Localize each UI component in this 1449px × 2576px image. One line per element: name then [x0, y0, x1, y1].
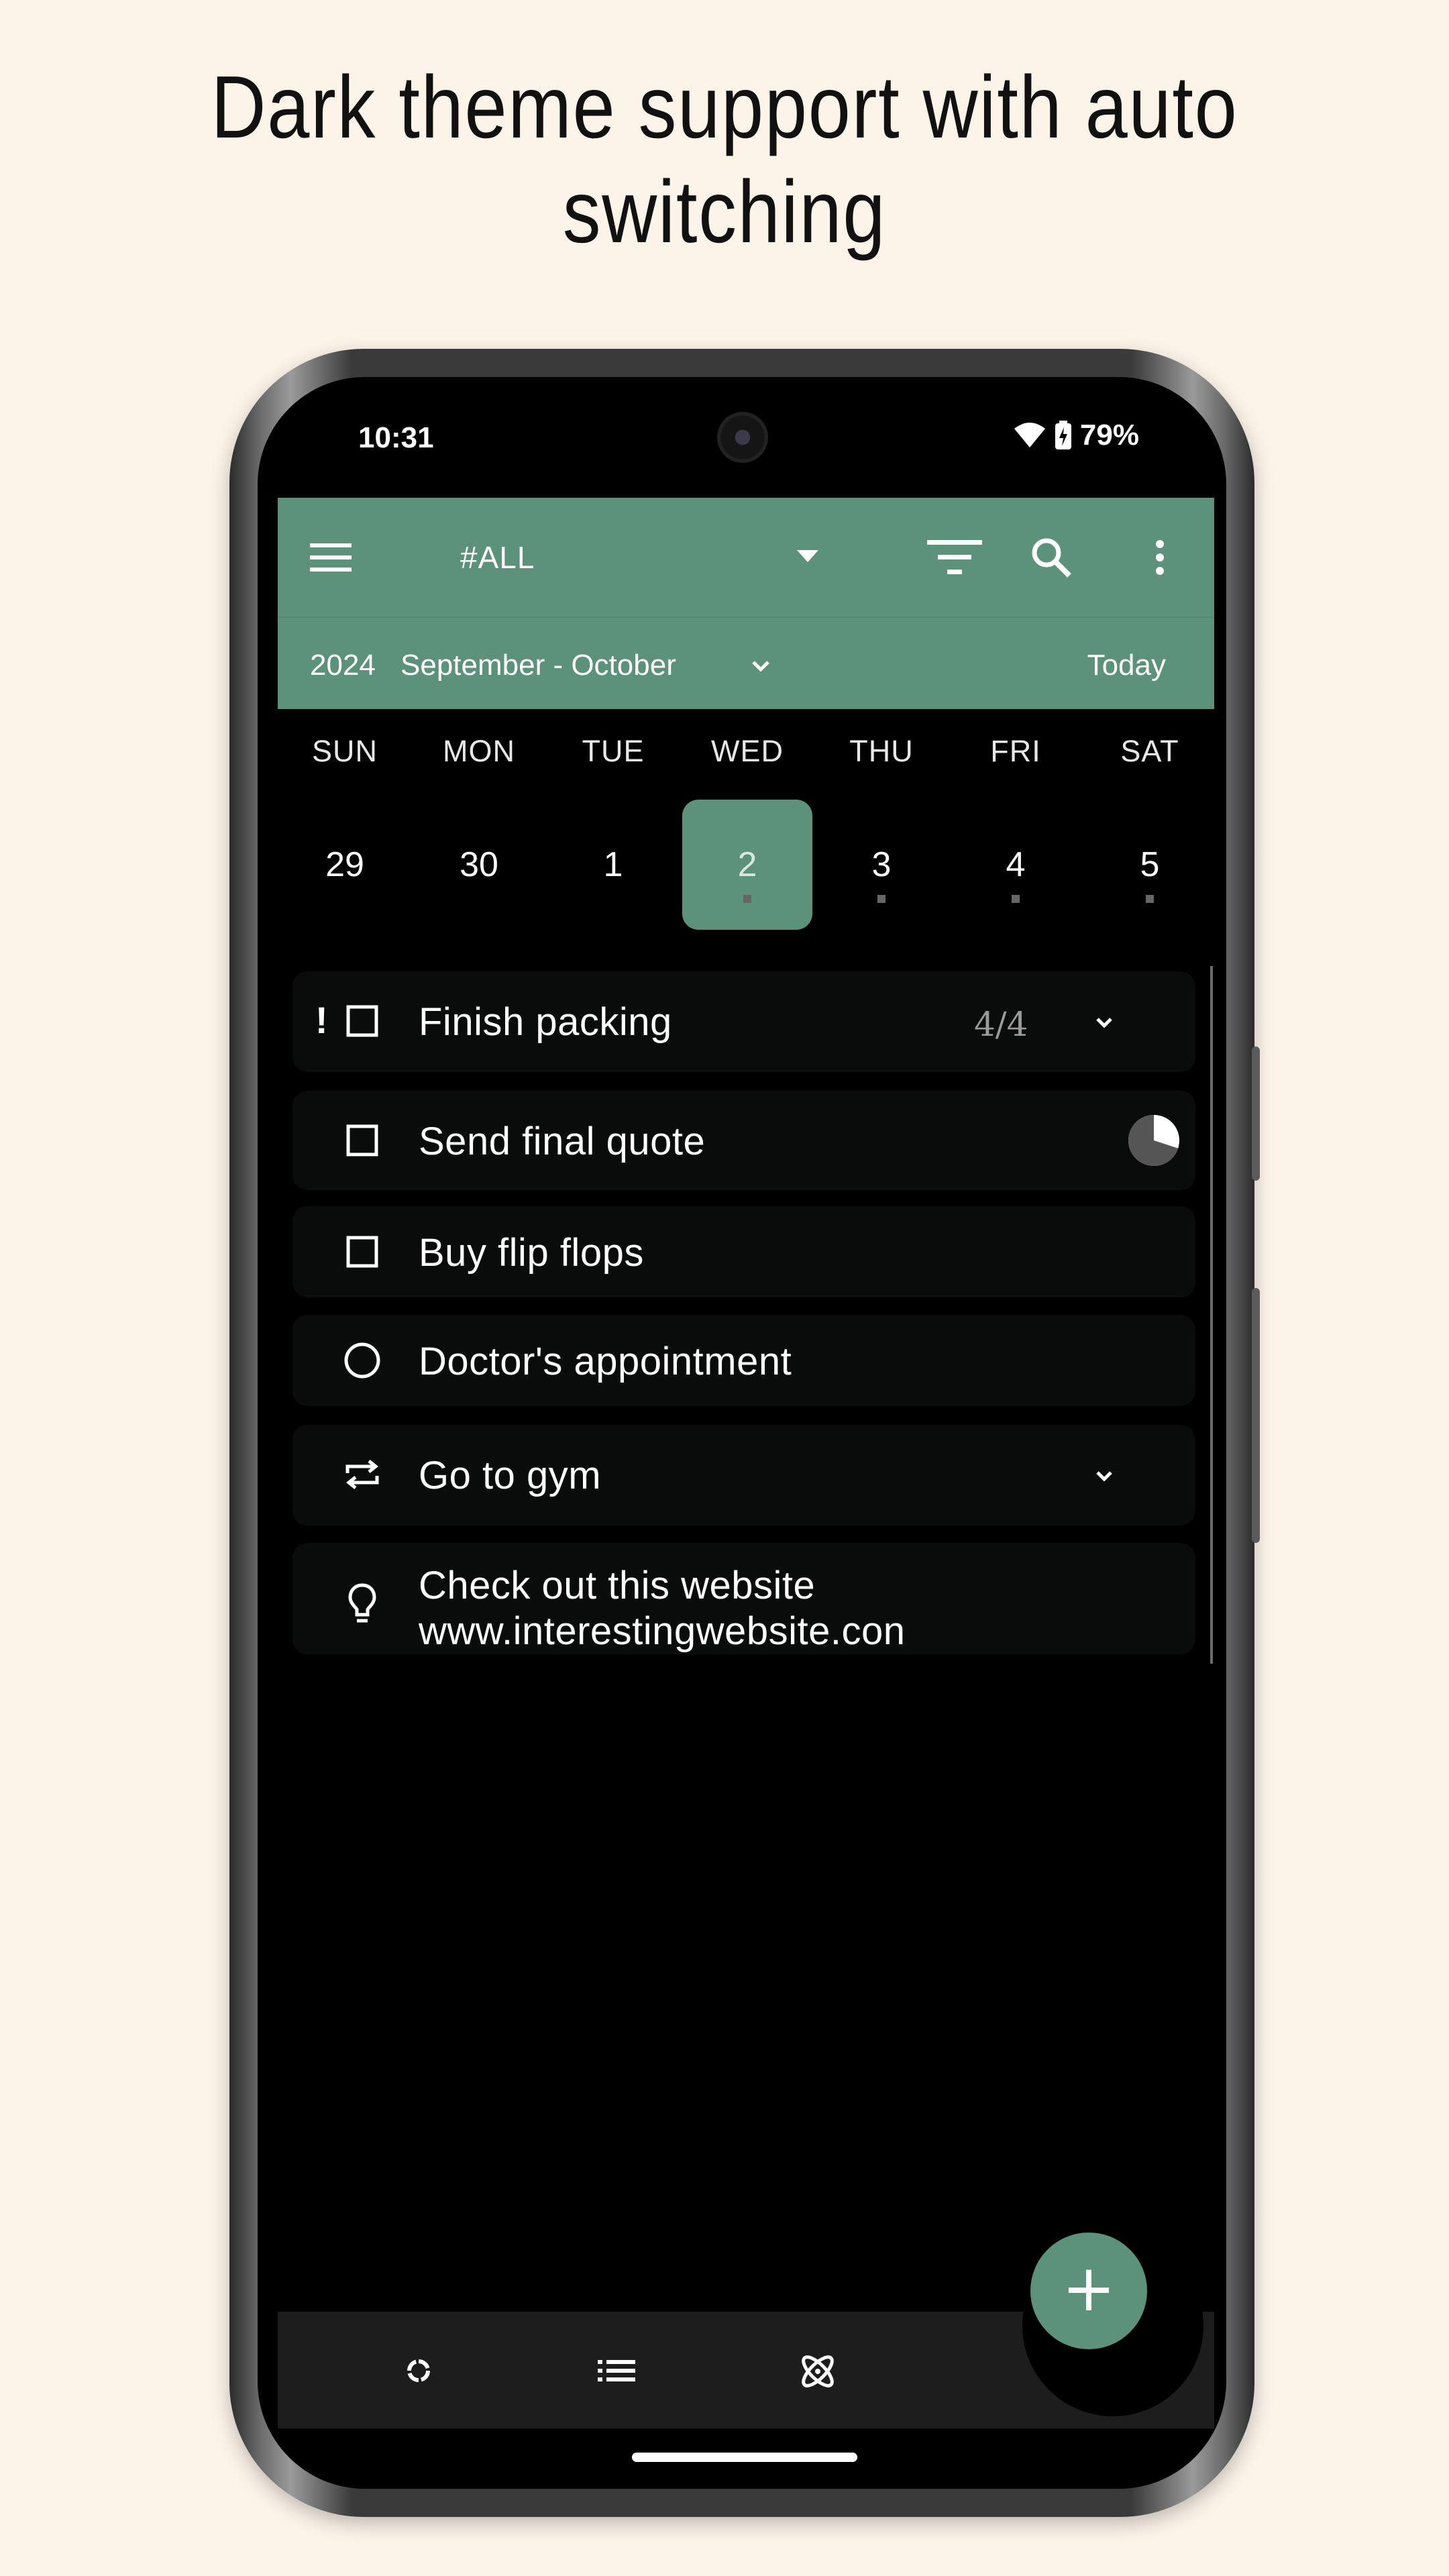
task-dot — [743, 895, 751, 903]
checkbox-icon[interactable] — [343, 1122, 381, 1159]
headline: Dark theme support with auto switching — [101, 55, 1348, 264]
expand-chevron-icon[interactable] — [1091, 1462, 1118, 1489]
atom-icon[interactable] — [794, 2348, 841, 2395]
day-number: 1 — [603, 845, 623, 884]
headline-line-2: switching — [562, 162, 887, 261]
day-cell-selected[interactable]: 2 — [682, 800, 812, 930]
month-range-selector[interactable]: September - October — [400, 649, 676, 682]
task-title: Finish packing — [419, 1000, 672, 1044]
dow-tue: TUE — [582, 734, 645, 768]
dow-sun: SUN — [311, 734, 378, 768]
list-item[interactable]: Doctor's appointment — [292, 1315, 1195, 1406]
chevron-down-icon[interactable] — [747, 653, 774, 680]
day-cell[interactable]: 30 — [414, 800, 544, 930]
status-icons: 79% — [1013, 419, 1139, 452]
priority-marker: ! — [315, 999, 328, 1041]
battery-icon — [1055, 421, 1071, 449]
power-button — [1252, 1046, 1260, 1181]
day-cell[interactable]: 5 — [1085, 800, 1215, 930]
day-cell[interactable]: 4 — [951, 800, 1081, 930]
volume-button — [1252, 1288, 1260, 1543]
wifi-icon — [1014, 423, 1045, 447]
day-number: 30 — [460, 845, 498, 884]
scrollbar[interactable] — [1210, 966, 1213, 1664]
day-cell[interactable]: 3 — [816, 800, 947, 930]
dow-fri: FRI — [990, 734, 1041, 768]
list-item[interactable]: Buy flip flops — [292, 1206, 1195, 1297]
day-cell[interactable]: 1 — [548, 800, 678, 930]
filter-dropdown-icon[interactable] — [794, 546, 821, 566]
day-number: 3 — [871, 845, 892, 884]
phone-screen: 10:31 79% #ALL 2024 September - October … — [258, 377, 1226, 2489]
add-task-fab[interactable]: + — [1030, 2233, 1147, 2349]
task-title: Check out this website — [419, 1564, 816, 1607]
status-bar: 10:31 79% — [258, 377, 1226, 495]
list-item[interactable]: Go to gym — [292, 1425, 1195, 1525]
task-dot — [1012, 895, 1020, 903]
day-number: 29 — [325, 845, 364, 884]
repeat-icon[interactable] — [342, 1454, 382, 1495]
task-subtitle[interactable]: www.interestingwebsite.con — [419, 1609, 905, 1654]
hamburger-icon[interactable] — [307, 534, 354, 581]
dow-wed: WED — [711, 734, 784, 768]
battery-percentage: 79% — [1079, 419, 1139, 451]
task-title: Go to gym — [419, 1454, 602, 1497]
headline-line-1: Dark theme support with auto — [211, 58, 1238, 156]
task-title: Send final quote — [419, 1120, 706, 1163]
progress-pie-icon — [1127, 1114, 1181, 1167]
list-item[interactable]: Check out this website www.interestingwe… — [292, 1543, 1195, 1654]
today-button[interactable]: Today — [1087, 649, 1166, 682]
search-icon[interactable] — [1028, 534, 1075, 581]
dow-sat: SAT — [1120, 734, 1179, 768]
day-number: 2 — [737, 845, 757, 884]
filter-selector-label[interactable]: #ALL — [460, 539, 535, 576]
more-vert-icon[interactable] — [1143, 534, 1177, 581]
sort-filter-icon[interactable] — [924, 534, 985, 581]
camera-cutout — [717, 412, 768, 463]
event-circle-icon[interactable] — [343, 1342, 381, 1379]
task-title: Buy flip flops — [419, 1231, 644, 1275]
subtask-count: 4/4 — [974, 1005, 1028, 1044]
date-range-bar: 2024 September - October Today — [278, 616, 1214, 709]
day-cell[interactable]: 29 — [280, 800, 410, 930]
day-number: 5 — [1140, 845, 1160, 884]
dow-mon: MON — [443, 734, 515, 768]
task-title: Doctor's appointment — [419, 1340, 792, 1383]
list-icon[interactable] — [593, 2351, 640, 2391]
expand-chevron-icon[interactable] — [1091, 1009, 1118, 1036]
status-time: 10:31 — [358, 421, 434, 454]
day-number: 4 — [1006, 845, 1026, 884]
task-dot — [1146, 895, 1154, 903]
checkbox-icon[interactable] — [343, 1233, 381, 1271]
list-item[interactable]: Send final quote — [292, 1091, 1195, 1190]
year-label: 2024 — [310, 649, 376, 682]
dow-thu: THU — [849, 734, 914, 768]
home-indicator[interactable] — [632, 2453, 857, 2462]
list-item[interactable]: ! Finish packing 4/4 — [292, 971, 1195, 1072]
task-dot — [877, 895, 885, 903]
app-bar: #ALL — [278, 498, 1214, 616]
plus-icon: + — [1061, 2251, 1116, 2326]
habit-ring-icon[interactable] — [398, 2351, 439, 2391]
lightbulb-icon[interactable] — [343, 1580, 381, 1627]
checkbox-icon[interactable] — [343, 1002, 381, 1040]
